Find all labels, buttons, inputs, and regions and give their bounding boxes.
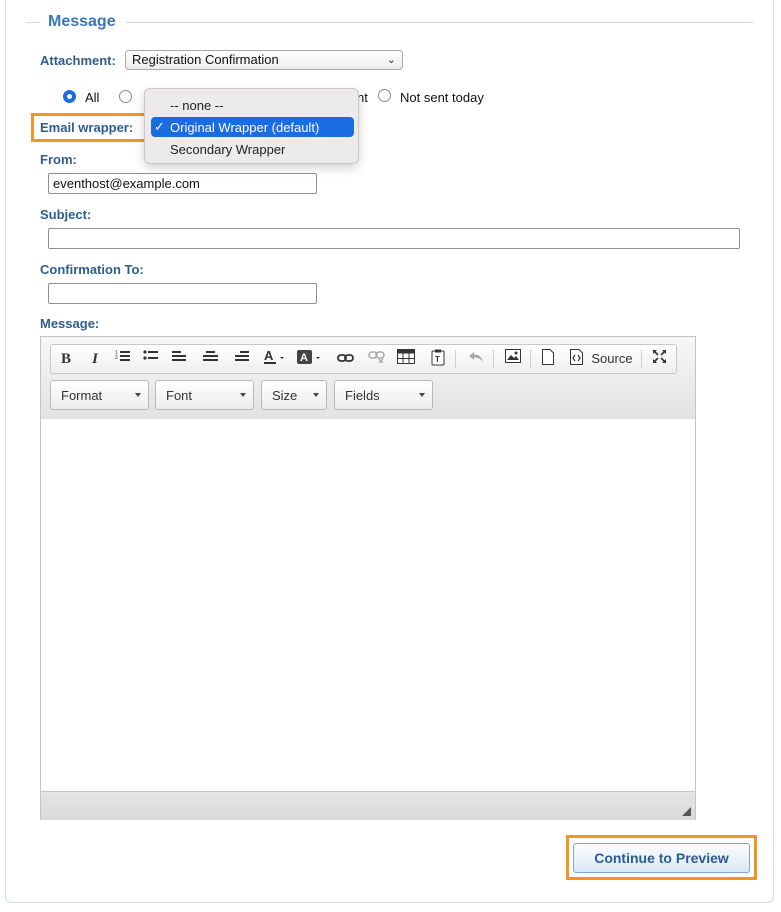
radio-not-sent-today-label: Not sent today bbox=[400, 90, 484, 105]
numbered-list-icon[interactable]: 12 bbox=[113, 349, 133, 369]
italic-icon[interactable]: I bbox=[87, 349, 103, 369]
align-center-icon[interactable] bbox=[200, 349, 220, 369]
confirmation-to-label: Confirmation To: bbox=[40, 262, 144, 277]
attachment-select[interactable]: Registration Confirmation ⌄ bbox=[125, 50, 403, 70]
email-wrapper-label: Email wrapper: bbox=[40, 120, 134, 135]
legend-rule-right bbox=[126, 22, 753, 23]
maximize-icon[interactable] bbox=[649, 349, 669, 369]
dropdown-option-none[interactable]: -- none -- bbox=[151, 95, 354, 115]
dropdown-option-original-wrapper[interactable]: ✓ Original Wrapper (default) bbox=[151, 117, 354, 137]
attachment-select-value: Registration Confirmation bbox=[132, 52, 279, 67]
dropdown-option-secondary-wrapper[interactable]: Secondary Wrapper bbox=[151, 139, 354, 159]
toolbar-button-group: B I 12 A A T Source bbox=[50, 344, 677, 374]
background-color-icon[interactable]: A bbox=[296, 349, 324, 369]
continue-to-preview-button[interactable]: Continue to Preview bbox=[573, 843, 750, 873]
svg-text:T: T bbox=[435, 355, 440, 364]
align-left-icon[interactable] bbox=[169, 349, 189, 369]
size-combo[interactable]: Size bbox=[261, 380, 327, 410]
size-combo-label: Size bbox=[272, 388, 298, 403]
message-label: Message: bbox=[40, 316, 100, 331]
font-combo[interactable]: Font bbox=[155, 380, 254, 410]
email-wrapper-dropdown-menu: -- none -- ✓ Original Wrapper (default) S… bbox=[144, 88, 359, 164]
new-page-icon[interactable] bbox=[539, 349, 557, 369]
dropdown-option-original-wrapper-label: Original Wrapper (default) bbox=[170, 120, 320, 135]
unlink-icon[interactable] bbox=[365, 349, 387, 369]
image-icon[interactable] bbox=[502, 349, 524, 369]
table-icon[interactable] bbox=[395, 349, 417, 369]
toolbar-separator bbox=[493, 350, 494, 368]
editor-toolbar: B I 12 A A T Source Format Font Size Fie… bbox=[41, 337, 695, 420]
bold-icon[interactable]: B bbox=[57, 349, 75, 369]
editor-content-area[interactable] bbox=[41, 419, 695, 791]
dropdown-option-secondary-wrapper-label: Secondary Wrapper bbox=[170, 142, 286, 157]
font-combo-label: Font bbox=[166, 388, 193, 403]
svg-text:2: 2 bbox=[115, 355, 118, 361]
undo-icon[interactable] bbox=[465, 349, 487, 369]
paste-text-icon[interactable]: T bbox=[428, 349, 448, 369]
radio-option-2[interactable] bbox=[119, 90, 132, 103]
resize-handle-icon[interactable] bbox=[682, 807, 691, 816]
chevron-down-icon bbox=[419, 393, 425, 397]
from-field[interactable] bbox=[48, 173, 317, 194]
dropdown-option-none-label: -- none -- bbox=[170, 98, 224, 113]
bulleted-list-icon[interactable] bbox=[141, 349, 161, 369]
rich-text-editor: B I 12 A A T Source Format Font Size Fie… bbox=[40, 336, 696, 820]
chevron-down-icon: ⌄ bbox=[386, 54, 396, 66]
attachment-label: Attachment: bbox=[40, 53, 116, 68]
fields-combo[interactable]: Fields bbox=[334, 380, 433, 410]
chevron-down-icon bbox=[313, 393, 319, 397]
radio-all-label: All bbox=[85, 90, 100, 105]
toolbar-separator bbox=[530, 350, 531, 368]
toolbar-separator bbox=[641, 350, 642, 368]
subject-label: Subject: bbox=[40, 207, 92, 222]
section-legend: Message bbox=[48, 13, 116, 30]
format-combo[interactable]: Format bbox=[50, 380, 149, 410]
svg-text:A: A bbox=[300, 352, 308, 364]
checkmark-icon: ✓ bbox=[154, 119, 165, 134]
fields-combo-label: Fields bbox=[345, 388, 380, 403]
source-icon[interactable] bbox=[567, 349, 585, 369]
format-combo-label: Format bbox=[61, 388, 103, 403]
source-label[interactable]: Source bbox=[586, 349, 638, 369]
svg-text:A: A bbox=[264, 349, 274, 363]
toolbar-separator bbox=[455, 350, 456, 368]
from-label: From: bbox=[40, 152, 77, 167]
align-right-icon[interactable] bbox=[231, 349, 251, 369]
text-color-icon[interactable]: A bbox=[262, 348, 288, 369]
editor-status-bar bbox=[41, 791, 695, 820]
subject-field[interactable] bbox=[48, 228, 740, 249]
radio-not-sent-today[interactable] bbox=[378, 89, 391, 102]
legend-rule-left bbox=[26, 22, 40, 23]
chevron-down-icon bbox=[135, 393, 141, 397]
link-icon[interactable] bbox=[334, 349, 356, 369]
radio-all[interactable] bbox=[63, 90, 76, 103]
confirmation-to-field[interactable] bbox=[48, 283, 317, 304]
chevron-down-icon bbox=[240, 393, 246, 397]
